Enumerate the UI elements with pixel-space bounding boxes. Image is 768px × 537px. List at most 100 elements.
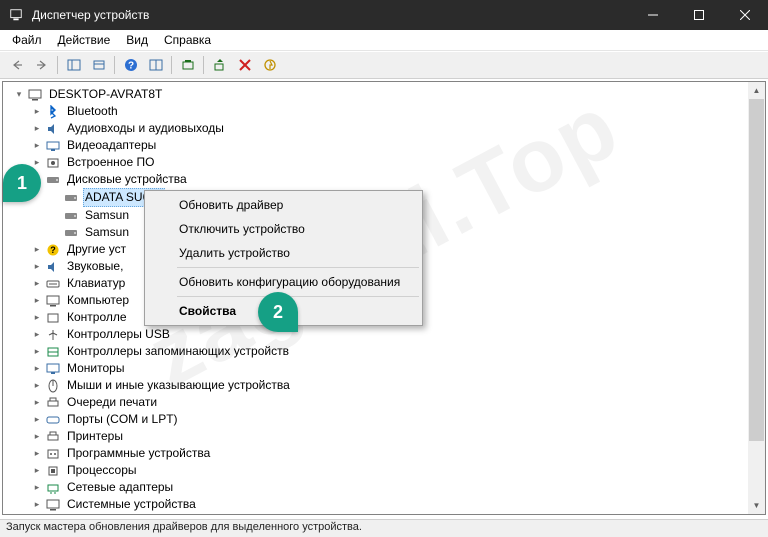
context-update-driver[interactable]: Обновить драйвер [147, 193, 420, 217]
scroll-thumb[interactable] [749, 99, 764, 441]
scroll-up-button[interactable]: ▲ [748, 82, 765, 99]
node-label: Клавиатур [65, 275, 127, 292]
disable-toolbar-button[interactable] [258, 54, 281, 76]
callout-label: 2 [273, 302, 283, 323]
node-label: Встроенное ПО [65, 154, 156, 171]
chevron-right-icon[interactable]: ▸ [31, 448, 43, 460]
node-label: Очереди печати [65, 394, 159, 411]
root-node[interactable]: ▾ DESKTOP-AVRAT8T [11, 86, 765, 103]
chevron-right-icon[interactable]: ▸ [31, 278, 43, 290]
node-label: Аудиовходы и аудиовыходы [65, 120, 226, 137]
node-usb[interactable]: ▸Контроллеры USB [29, 326, 765, 343]
chevron-right-icon[interactable]: ▸ [31, 329, 43, 341]
chevron-right-icon[interactable]: ▸ [31, 312, 43, 324]
chevron-right-icon[interactable]: ▸ [31, 414, 43, 426]
chevron-right-icon[interactable]: ▸ [31, 397, 43, 409]
monitor-icon [45, 361, 61, 377]
menu-view[interactable]: Вид [118, 31, 156, 49]
close-button[interactable] [722, 0, 768, 30]
chevron-right-icon[interactable]: ▸ [31, 482, 43, 494]
node-label: Принтеры [65, 428, 125, 445]
vertical-scrollbar[interactable]: ▲ ▼ [748, 82, 765, 514]
context-separator [177, 296, 419, 297]
scan-hardware-changes-button[interactable] [208, 54, 231, 76]
node-system-devices[interactable]: ▸ Системные устройства [29, 496, 765, 513]
menu-help[interactable]: Справка [156, 31, 219, 49]
node-label: Программные устройства [65, 445, 212, 462]
node-bluetooth[interactable]: ▸ Bluetooth [29, 103, 765, 120]
svg-text:?: ? [127, 61, 133, 72]
node-printers[interactable]: ▸ Принтеры [29, 428, 765, 445]
update-driver-toolbar-button[interactable] [176, 54, 199, 76]
node-hid-devices[interactable]: ▸Устройства HID (Human Interface Devices… [29, 513, 765, 514]
chevron-right-icon[interactable]: ▸ [31, 244, 43, 256]
node-label: Контроллеры запоминающих устройств [65, 343, 291, 360]
chevron-right-icon[interactable]: ▸ [31, 499, 43, 511]
status-text: Запуск мастера обновления драйверов для … [6, 521, 362, 533]
unknown-device-icon: ? [45, 242, 61, 258]
usb-icon [45, 327, 61, 343]
firmware-icon [45, 155, 61, 171]
chevron-down-icon[interactable]: ▾ [13, 89, 25, 101]
chevron-right-icon[interactable]: ▸ [31, 261, 43, 273]
toolbar: ? [0, 51, 768, 79]
node-print-queues[interactable]: ▸ Очереди печати [29, 394, 765, 411]
node-processors[interactable]: ▸ Процессоры [29, 462, 765, 479]
node-monitors[interactable]: ▸Мониторы [29, 360, 765, 377]
properties-toolbar-button[interactable] [87, 54, 110, 76]
scroll-track[interactable] [748, 99, 765, 497]
printer-icon [45, 395, 61, 411]
node-ports[interactable]: ▸Порты (COM и LPT) [29, 411, 765, 428]
menubar: Файл Действие Вид Справка [0, 30, 768, 51]
chevron-right-icon[interactable]: ▸ [31, 431, 43, 443]
computer-icon [45, 293, 61, 309]
node-label: Samsun [83, 207, 131, 224]
minimize-button[interactable] [630, 0, 676, 30]
chevron-right-icon[interactable]: ▸ [31, 346, 43, 358]
chevron-right-icon[interactable]: ▸ [31, 123, 43, 135]
node-label: Bluetooth [65, 103, 120, 120]
scroll-down-button[interactable]: ▼ [748, 497, 765, 514]
callout-badge-1: 1 [3, 164, 41, 202]
display-adapter-icon [45, 138, 61, 154]
show-hide-console-tree-button[interactable] [62, 54, 85, 76]
uninstall-toolbar-button[interactable] [233, 54, 256, 76]
keyboard-icon [45, 276, 61, 292]
node-label: Компьютер [65, 292, 131, 309]
hid-icon [45, 514, 61, 515]
chevron-right-icon[interactable]: ▸ [31, 140, 43, 152]
node-audio[interactable]: ▸ Аудиовходы и аудиовыходы [29, 120, 765, 137]
node-mice[interactable]: ▸Мыши и иные указывающие устройства [29, 377, 765, 394]
action-toolbar-button[interactable] [144, 54, 167, 76]
node-label: Системные устройства [65, 496, 198, 513]
node-network[interactable]: ▸Сетевые адаптеры [29, 479, 765, 496]
bluetooth-icon [45, 104, 61, 120]
context-disable-device[interactable]: Отключить устройство [147, 217, 420, 241]
disk-drive-icon [45, 172, 61, 188]
node-disk-drives[interactable]: ▾Дисковые устройства [29, 171, 765, 188]
node-video[interactable]: ▸Видеоадаптеры [29, 137, 765, 154]
node-label: Дисковые устройства [65, 171, 189, 188]
node-firmware[interactable]: ▸Встроенное ПО [29, 154, 765, 171]
nav-back-button[interactable] [5, 54, 28, 76]
node-software-devices[interactable]: ▸ Программные устройства [29, 445, 765, 462]
node-label: Звуковые, [65, 258, 125, 275]
chevron-right-icon[interactable]: ▸ [31, 380, 43, 392]
chevron-right-icon[interactable]: ▸ [31, 106, 43, 118]
nav-forward-button[interactable] [30, 54, 53, 76]
context-scan-hardware-changes[interactable]: Обновить конфигурацию оборудования [147, 270, 420, 294]
mouse-icon [45, 378, 61, 394]
chevron-right-icon[interactable]: ▸ [31, 465, 43, 477]
menu-action[interactable]: Действие [50, 31, 119, 49]
chevron-right-icon[interactable]: ▸ [31, 295, 43, 307]
audio-icon [45, 121, 61, 137]
chevron-right-icon[interactable]: ▸ [31, 363, 43, 375]
node-label: Процессоры [65, 462, 139, 479]
help-button[interactable]: ? [119, 54, 142, 76]
maximize-button[interactable] [676, 0, 722, 30]
node-storage-controllers[interactable]: ▸ Контроллеры запоминающих устройств [29, 343, 765, 360]
context-uninstall-device[interactable]: Удалить устройство [147, 241, 420, 265]
titlebar: Диспетчер устройств [0, 0, 768, 30]
menu-file[interactable]: Файл [4, 31, 50, 49]
processor-icon [45, 463, 61, 479]
